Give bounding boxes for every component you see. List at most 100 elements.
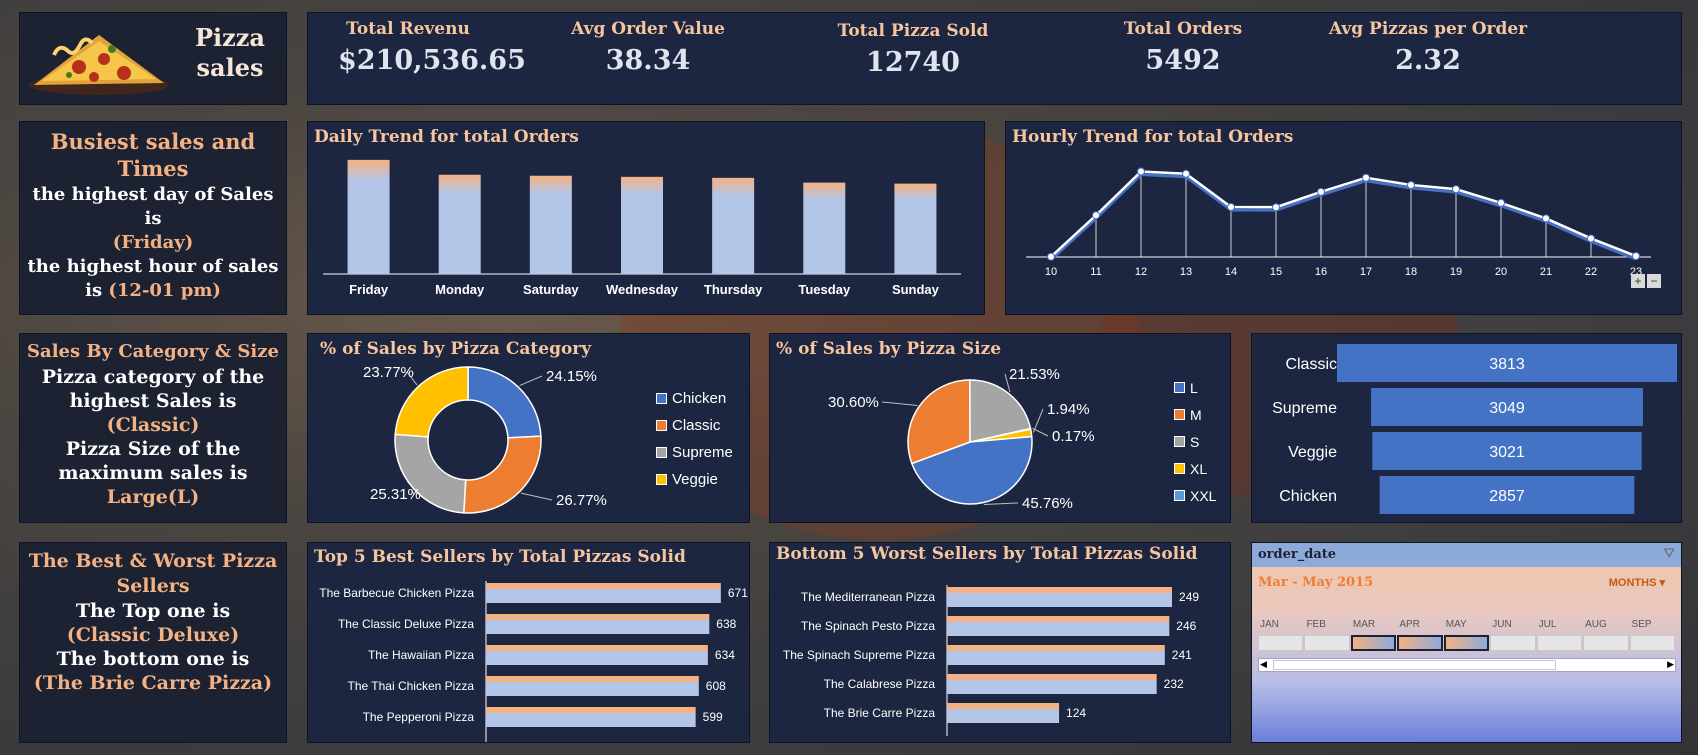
leader-line xyxy=(881,401,918,406)
seller-bar xyxy=(947,709,1060,723)
category-bar-label: Veggie xyxy=(1288,444,1337,461)
hourly-tick-label: 20 xyxy=(1495,266,1507,278)
category-insight-body: Pizza category of the highest Sales is (… xyxy=(41,366,265,508)
slicer-header: order_date ⛛ xyxy=(1252,543,1681,567)
seller-bar-label: The Calabrese Pizza xyxy=(824,677,936,691)
slicer-month-cell[interactable] xyxy=(1583,635,1629,651)
seller-bar xyxy=(947,593,1173,607)
seller-bar-group xyxy=(947,703,1060,723)
seller-bar-value: 671 xyxy=(728,586,748,600)
category-bar-label: Classic xyxy=(1285,356,1337,373)
busiest-insight-panel: Busiest sales and Times the highest day … xyxy=(19,121,287,315)
daily-bar xyxy=(438,174,481,274)
pie-data-label: 1.94% xyxy=(1047,401,1090,418)
seller-bar-top xyxy=(486,614,710,620)
slicer-scrollbar[interactable]: ◀ ▶ xyxy=(1258,658,1676,672)
legend-item: Supreme xyxy=(656,439,733,466)
slicer-month-cell[interactable] xyxy=(1258,635,1304,651)
slicer-month-cell[interactable] xyxy=(1397,635,1443,651)
seller-bar-value: 634 xyxy=(715,648,735,662)
kpi-value: 38.34 xyxy=(605,45,691,76)
seller-bar-group xyxy=(486,645,708,665)
legend-item: XXL xyxy=(1174,482,1216,509)
legend-item: Chicken xyxy=(656,385,733,412)
seller-bar-label: The Spinach Pesto Pizza xyxy=(801,619,935,633)
leader-line xyxy=(983,502,1019,505)
slicer-month-cell[interactable] xyxy=(1304,635,1350,651)
hourly-tick-label: 21 xyxy=(1540,266,1552,278)
slicer-month-label: MAR xyxy=(1352,619,1376,630)
scroll-left-icon[interactable]: ◀ xyxy=(1260,659,1267,671)
legend-item: S xyxy=(1174,428,1216,455)
daily-bar xyxy=(803,182,846,274)
slicer-month-cell[interactable] xyxy=(1443,635,1490,651)
seller-bar-label: The Spinach Supreme Pizza xyxy=(783,648,935,662)
seller-bar-value: 608 xyxy=(706,679,726,693)
slicer-mode-dropdown[interactable]: MONTHS ▾ xyxy=(1609,576,1665,589)
seller-bar-group xyxy=(947,587,1173,607)
hourly-point xyxy=(1137,167,1145,176)
slicer-month-cell[interactable] xyxy=(1629,635,1675,651)
hourly-tick-label: 15 xyxy=(1270,266,1282,278)
best-sellers-chart: The Barbecue Chicken Pizza 671 The Classic… xyxy=(319,581,748,742)
seller-bar-value: 246 xyxy=(1176,619,1196,633)
hourly-tick-label: 12 xyxy=(1135,266,1147,278)
scroll-right-icon[interactable]: ▶ xyxy=(1667,659,1674,671)
seller-bar xyxy=(486,589,721,603)
order-date-slicer[interactable]: order_date ⛛ Mar - May 2015 MONTHS ▾ 201… xyxy=(1251,542,1682,743)
kpi-avg-pizzas-per-order: Avg Pizzas per Order 2.32 xyxy=(1308,19,1548,76)
seller-bar-top xyxy=(486,707,696,713)
slicer-month-cell[interactable] xyxy=(1536,635,1583,651)
pie-data-label: 21.53% xyxy=(1009,366,1060,383)
zoom-in-button[interactable]: + xyxy=(1631,274,1645,288)
hourly-tick-label: 18 xyxy=(1405,266,1417,278)
slicer-timeline[interactable]: JAN FEB MAR APR MAY JUN JUL AUG SEP xyxy=(1258,619,1676,659)
seller-bar-top xyxy=(947,616,1170,622)
seller-bar-label: The Brie Carre Pizza xyxy=(824,706,936,720)
donut-data-label: 23.77% xyxy=(363,364,414,381)
hourly-tick-label: 17 xyxy=(1360,266,1372,278)
legend-item: M xyxy=(1174,401,1216,428)
kpi-panel: Total Revenu $210,536.65 Avg Order Value… xyxy=(307,12,1682,105)
seller-bar-top xyxy=(947,674,1157,680)
hourly-point xyxy=(1182,169,1190,178)
seller-bar-label: The Classic Deluxe Pizza xyxy=(338,617,474,631)
seller-bar xyxy=(486,713,696,727)
daily-bar xyxy=(894,183,937,274)
filter-clear-icon[interactable]: ⛛ xyxy=(1663,546,1675,562)
hourly-point xyxy=(1227,203,1235,212)
pie-data-label: 45.76% xyxy=(1022,495,1073,512)
size-legend: L M S XL XXL xyxy=(1174,374,1216,509)
slicer-month-cell[interactable] xyxy=(1350,635,1397,651)
hourly-point xyxy=(1407,180,1415,189)
hourly-tick-label: 10 xyxy=(1045,266,1057,278)
legend-item: XL xyxy=(1174,455,1216,482)
slicer-month-label: APR xyxy=(1399,619,1420,630)
kpi-total-orders: Total Orders 5492 xyxy=(1083,19,1283,76)
slicer-month-label: FEB xyxy=(1306,619,1326,630)
category-bar-value: 3049 xyxy=(1489,400,1525,417)
daily-tick-label: Friday xyxy=(349,282,389,297)
seller-bar-group xyxy=(947,616,1170,636)
pie-data-label: 30.60% xyxy=(828,394,879,411)
worst-sellers-chart: The Mediterranean Pizza 249 The Spinach Pe… xyxy=(783,585,1199,736)
daily-tick-label: Sunday xyxy=(892,282,940,297)
donut-data-label: 25.31% xyxy=(370,486,421,503)
legend-item: Classic xyxy=(656,412,733,439)
sellers-insight-title: The Best & Worst Pizza Sellers xyxy=(28,550,278,597)
zoom-out-button[interactable]: − xyxy=(1647,274,1661,288)
hourly-point xyxy=(1092,211,1100,220)
hourly-point xyxy=(1317,187,1325,196)
seller-bar xyxy=(947,680,1157,694)
slicer-month-label: JUL xyxy=(1538,619,1557,630)
category-legend: Chicken Classic Supreme Veggie xyxy=(656,385,733,493)
slicer-month-cell[interactable] xyxy=(1490,635,1536,651)
slicer-month-label: JAN xyxy=(1260,619,1279,630)
hourly-trend-panel: Hourly Trend for total Orders 10 11 12 13 14… xyxy=(1005,121,1682,315)
hourly-point xyxy=(1587,234,1595,243)
category-bar-chart: Classic 3813 Supreme 3049 Veggie 3021 Chicken 2… xyxy=(1272,344,1677,514)
scrollbar-thumb[interactable] xyxy=(1273,660,1556,670)
daily-bar xyxy=(712,177,755,274)
kpi-value: 12740 xyxy=(866,47,960,78)
legend-item: Veggie xyxy=(656,466,733,493)
